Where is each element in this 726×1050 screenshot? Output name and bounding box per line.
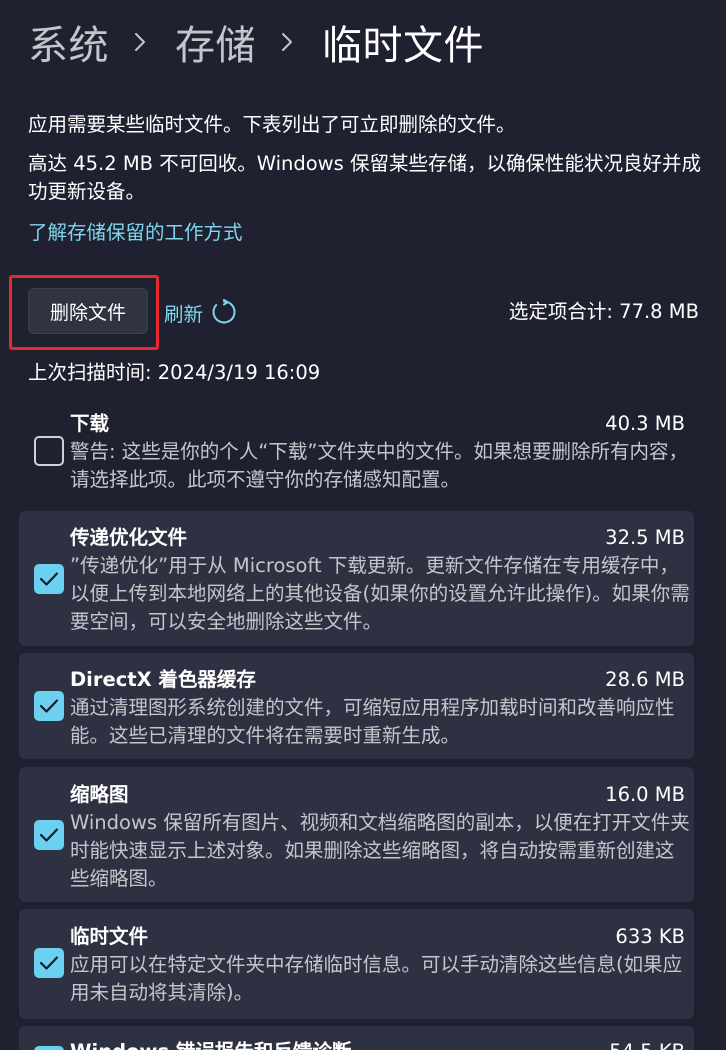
item-description: 警告: 这些是你的个人“下载”文件夹中的文件。如果想要删除所有内容，请选择此项。… bbox=[70, 440, 688, 491]
list-item-downloads: 下载 40.3 MB 警告: 这些是你的个人“下载”文件夹中的文件。如果想要删除… bbox=[19, 408, 694, 504]
breadcrumb-item-storage[interactable]: 存储 bbox=[175, 13, 256, 71]
breadcrumb: 系统 存储 临时文件 bbox=[28, 14, 484, 70]
chevron-right-icon bbox=[280, 32, 300, 52]
refresh-label: 刷新 bbox=[164, 302, 204, 326]
directx-shader-cache-checkbox[interactable] bbox=[34, 691, 64, 721]
temporary-files-checkbox[interactable] bbox=[34, 948, 64, 978]
item-description: ”传递优化”用于从 Microsoft 下载更新。更新文件存储在专用缓存中，以便… bbox=[70, 554, 690, 633]
breadcrumb-item-system[interactable]: 系统 bbox=[28, 13, 109, 71]
downloads-checkbox[interactable] bbox=[34, 436, 64, 466]
item-size: 633 KB bbox=[615, 925, 685, 948]
temp-files-page: 系统 存储 临时文件 应用需要某些临时文件。下表列出了可立即删除的文件。 高达 … bbox=[0, 0, 726, 1050]
list-item-thumbnails: 缩略图 16.0 MB Windows 保留所有图片、视频和文档缩略图的副本，以… bbox=[19, 767, 694, 902]
item-size: 54.5 KB bbox=[609, 1038, 685, 1050]
last-scan-time: 上次扫描时间: 2024/3/19 16:09 bbox=[28, 361, 321, 384]
check-icon bbox=[39, 699, 59, 713]
item-size: 28.6 MB bbox=[605, 668, 685, 691]
item-description: Windows 保留所有图片、视频和文档缩略图的副本，以便在打开文件夹时能快速显… bbox=[70, 811, 690, 890]
list-item-windows-error-reporting: Windows 错误报告和反馈诊断 54.5 KB bbox=[19, 1026, 694, 1050]
item-title: 下载 bbox=[70, 412, 110, 435]
item-title: 临时文件 bbox=[70, 925, 149, 948]
thumbnails-checkbox[interactable] bbox=[34, 820, 64, 850]
item-description: 通过清理图形系统创建的文件，可缩短应用程序加载时间和改善响应性能。这些已清理的文… bbox=[70, 696, 675, 747]
check-icon bbox=[39, 572, 59, 586]
item-title: 缩略图 bbox=[70, 783, 129, 806]
chevron-right-icon bbox=[133, 32, 153, 52]
list-item-directx-shader-cache: DirectX 着色器缓存 28.6 MB 通过清理图形系统创建的文件，可缩短应… bbox=[19, 653, 694, 759]
check-icon bbox=[39, 828, 59, 842]
learn-reserved-storage-link[interactable]: 了解存储保留的工作方式 bbox=[28, 218, 243, 248]
item-size: 40.3 MB bbox=[605, 412, 685, 435]
item-title: DirectX 着色器缓存 bbox=[70, 668, 256, 691]
item-description: 应用可以在特定文件夹中存储临时信息。可以手动清除这些信息(如果应用未自动将其清除… bbox=[70, 953, 683, 1004]
item-title: 传递优化文件 bbox=[70, 526, 188, 549]
page-description: 应用需要某些临时文件。下表列出了可立即删除的文件。 bbox=[28, 113, 516, 136]
list-item-temporary-files: 临时文件 633 KB 应用可以在特定文件夹中存储临时信息。可以手动清除这些信息… bbox=[19, 909, 694, 1019]
item-size: 16.0 MB bbox=[605, 783, 685, 806]
delete-files-button[interactable]: 删除文件 bbox=[28, 288, 148, 334]
refresh-icon bbox=[211, 299, 237, 325]
check-icon bbox=[39, 956, 59, 970]
item-size: 32.5 MB bbox=[605, 526, 685, 549]
windows-error-reporting-checkbox[interactable] bbox=[34, 1046, 64, 1050]
item-title: Windows 错误报告和反馈诊断 bbox=[70, 1038, 351, 1050]
refresh-button[interactable]: 刷新 bbox=[164, 296, 237, 328]
selected-total-size: 选定项合计: 77.8 MB bbox=[508, 300, 699, 323]
page-title: 临时文件 bbox=[322, 23, 484, 69]
list-item-delivery-optimization: 传递优化文件 32.5 MB ”传递优化”用于从 Microsoft 下载更新。… bbox=[19, 511, 694, 646]
delivery-optimization-checkbox[interactable] bbox=[34, 564, 64, 594]
reserved-storage-note: 高达 45.2 MB 不可回收。Windows 保留某些存储，以确保性能状况良好… bbox=[28, 152, 701, 203]
